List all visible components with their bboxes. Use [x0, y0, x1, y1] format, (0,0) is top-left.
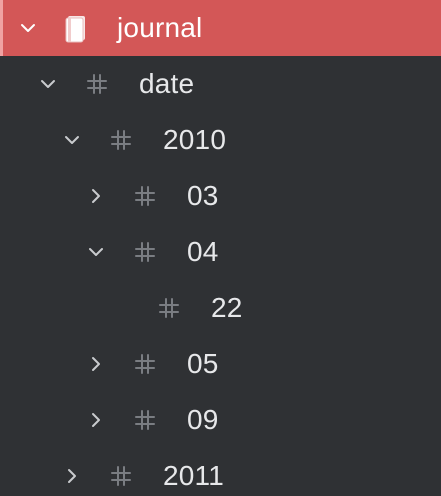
sidebar-tree: journal date 2010 03 04 22 05 09 2011	[0, 0, 441, 496]
chevron-right-icon[interactable]	[87, 187, 105, 205]
tree-row-22[interactable]: 22	[0, 280, 441, 336]
notebook-icon	[63, 15, 89, 43]
tree-item-label: 22	[211, 292, 243, 323]
chevron-down-icon[interactable]	[39, 75, 57, 93]
tree-item-label: 2011	[163, 460, 225, 491]
tree-row-04[interactable]: 04	[0, 224, 441, 280]
chevron-right-icon[interactable]	[87, 355, 105, 373]
tag-icon	[108, 127, 134, 153]
tag-icon	[156, 295, 182, 321]
tag-icon	[132, 183, 158, 209]
tree-row-journal[interactable]: journal	[0, 0, 441, 56]
chevron-down-icon[interactable]	[87, 243, 105, 261]
tag-icon	[132, 239, 158, 265]
tree-item-label: 09	[187, 404, 219, 435]
tag-icon	[132, 351, 158, 377]
tree-row-09[interactable]: 09	[0, 392, 441, 448]
tree-item-label: 04	[187, 236, 219, 267]
chevron-down-icon[interactable]	[19, 19, 37, 37]
chevron-right-icon[interactable]	[87, 411, 105, 429]
tag-icon	[84, 71, 110, 97]
chevron-down-icon[interactable]	[63, 131, 81, 149]
tree-row-2011[interactable]: 2011	[0, 448, 441, 496]
tree-item-label: date	[139, 68, 195, 99]
tree-item-label: 05	[187, 348, 219, 379]
tree-row-2010[interactable]: 2010	[0, 112, 441, 168]
tree-item-label: journal	[117, 12, 203, 43]
tree-row-05[interactable]: 05	[0, 336, 441, 392]
tree-row-date[interactable]: date	[0, 56, 441, 112]
tag-icon	[108, 463, 134, 489]
tag-icon	[132, 407, 158, 433]
tree-item-label: 2010	[163, 124, 227, 155]
chevron-right-icon[interactable]	[63, 467, 81, 485]
tree-row-03[interactable]: 03	[0, 168, 441, 224]
tree-item-label: 03	[187, 180, 219, 211]
